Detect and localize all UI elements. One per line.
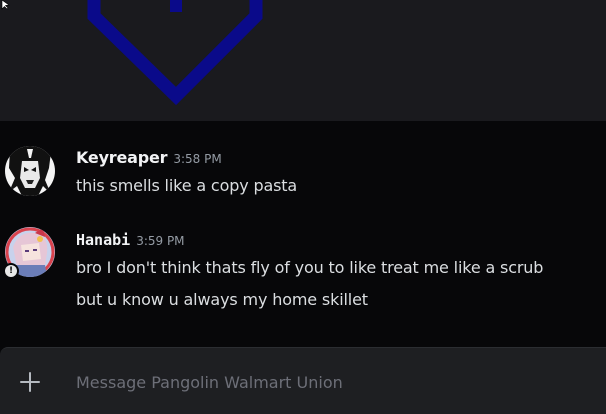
embed-image[interactable]	[0, 0, 606, 121]
chat-screen: Keyreaper 3:58 PM this smells like a copy…	[0, 0, 606, 414]
message-text: bro I don't think thats fly of you to li…	[76, 258, 544, 277]
message-header: Keyreaper 3:58 PM	[76, 148, 222, 167]
shield-chevron-icon	[87, 0, 263, 106]
message-input[interactable]	[76, 368, 576, 396]
message-text: this smells like a copy pasta	[76, 176, 298, 195]
mouse-cursor-icon	[1, 0, 10, 10]
avatar[interactable]	[5, 146, 55, 196]
message-text: but u know u always my home skillet	[76, 290, 368, 309]
timestamp: 3:58 PM	[173, 152, 222, 166]
username[interactable]: Hanabi	[76, 231, 130, 249]
add-attachment-button[interactable]	[18, 370, 42, 394]
message-composer	[0, 347, 606, 414]
status-badge: !	[3, 263, 19, 279]
timestamp: 3:59 PM	[136, 234, 185, 248]
plus-icon	[20, 372, 40, 392]
username[interactable]: Keyreaper	[76, 148, 168, 167]
avatar-image	[5, 146, 55, 196]
status-icon: !	[5, 265, 17, 277]
message-header: Hanabi 3:59 PM	[76, 230, 185, 249]
